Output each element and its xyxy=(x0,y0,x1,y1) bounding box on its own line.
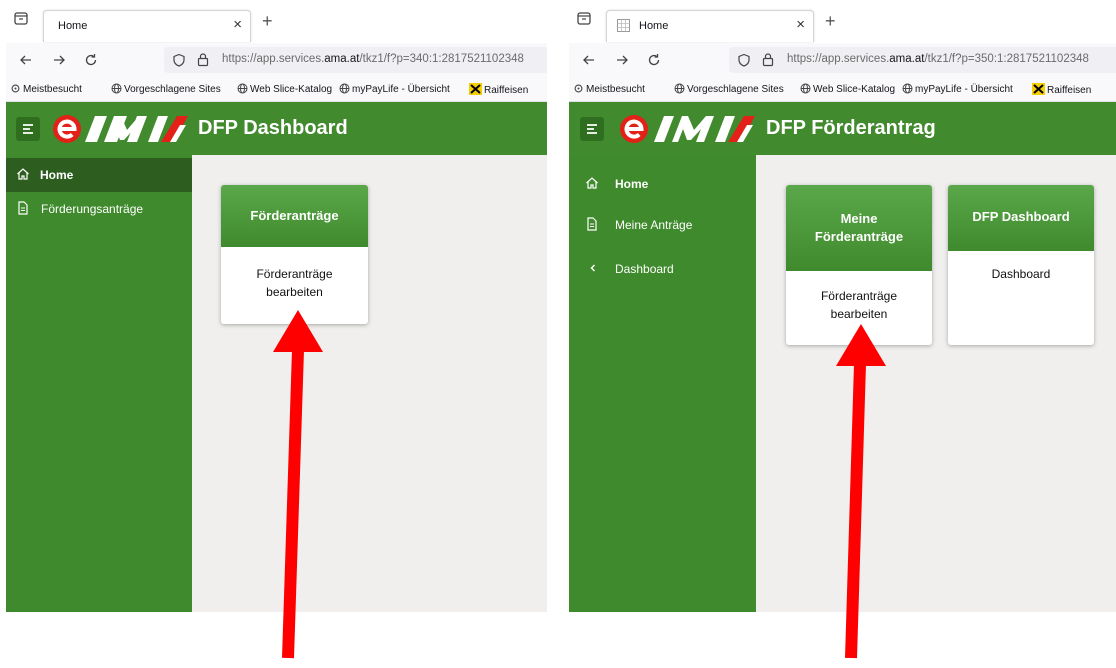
red-arrow-right xyxy=(836,324,886,659)
annotation-arrows xyxy=(273,310,886,659)
red-arrow-left xyxy=(273,310,323,659)
